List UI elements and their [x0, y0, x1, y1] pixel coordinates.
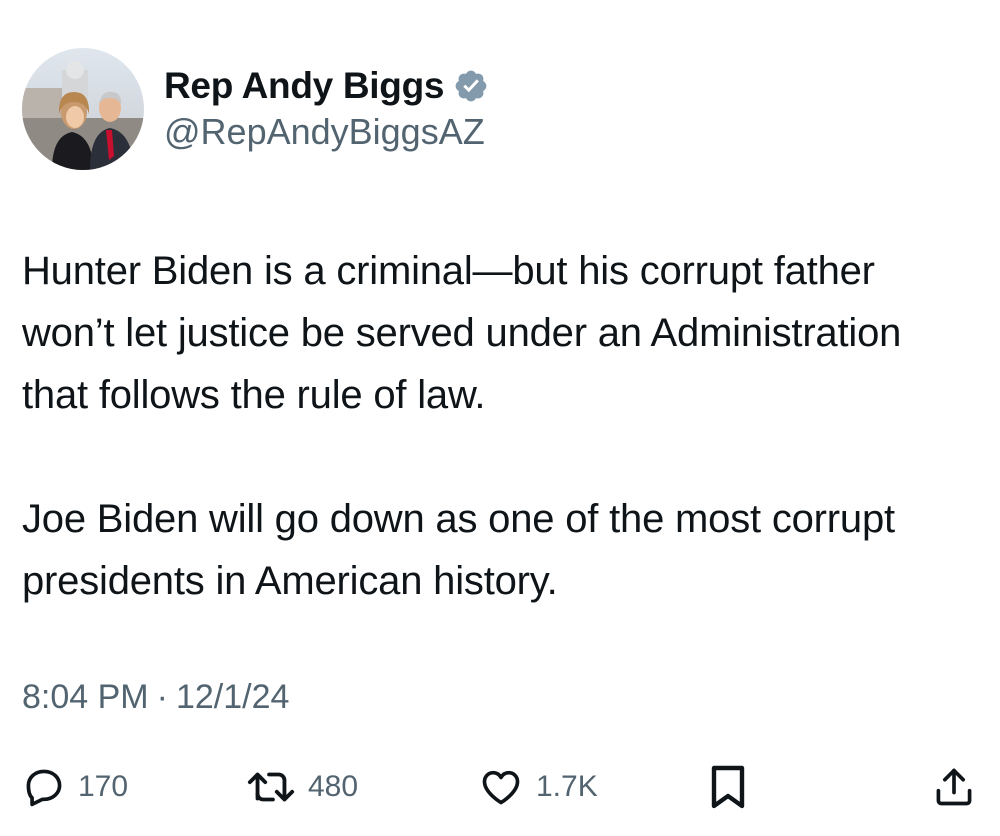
timestamp-separator: ·: [156, 678, 168, 716]
bookmark-button[interactable]: [708, 760, 748, 814]
tweet-action-bar: 170 480 1.7K: [0, 760, 1000, 814]
like-button[interactable]: 1.7K: [478, 760, 598, 814]
reply-icon: [22, 765, 66, 809]
tweet-header: Rep Andy Biggs @RepAndyBiggsAZ: [22, 48, 489, 170]
retweet-icon: [246, 765, 296, 809]
retweet-button[interactable]: 480: [246, 760, 358, 814]
share-icon: [932, 764, 976, 810]
author-handle[interactable]: @RepAndyBiggsAZ: [164, 110, 489, 154]
bookmark-icon: [708, 763, 748, 811]
reply-count: 170: [78, 770, 129, 803]
like-count: 1.7K: [536, 770, 598, 803]
verified-badge-icon: [453, 68, 489, 104]
avatar[interactable]: [22, 48, 144, 170]
reply-button[interactable]: 170: [22, 760, 128, 814]
tweet-date: 12/1/24: [175, 678, 290, 716]
author-names: Rep Andy Biggs @RepAndyBiggsAZ: [164, 64, 489, 154]
tweet-paragraph: Joe Biden will go down as one of the mos…: [22, 497, 895, 603]
tweet-timestamp[interactable]: 8:04 PM · 12/1/24: [22, 674, 289, 720]
retweet-count: 480: [308, 770, 359, 803]
author-display-name[interactable]: Rep Andy Biggs: [164, 64, 444, 108]
tweet-card: Rep Andy Biggs @RepAndyBiggsAZ Hunter Bi…: [0, 0, 1000, 836]
author-name-row[interactable]: Rep Andy Biggs: [164, 64, 489, 108]
share-button[interactable]: [932, 760, 976, 814]
tweet-text: Hunter Biden is a criminal—but his corru…: [22, 240, 972, 612]
tweet-time: 8:04 PM: [22, 678, 149, 716]
tweet-paragraph: Hunter Biden is a criminal—but his corru…: [22, 249, 902, 417]
heart-icon: [478, 765, 524, 809]
